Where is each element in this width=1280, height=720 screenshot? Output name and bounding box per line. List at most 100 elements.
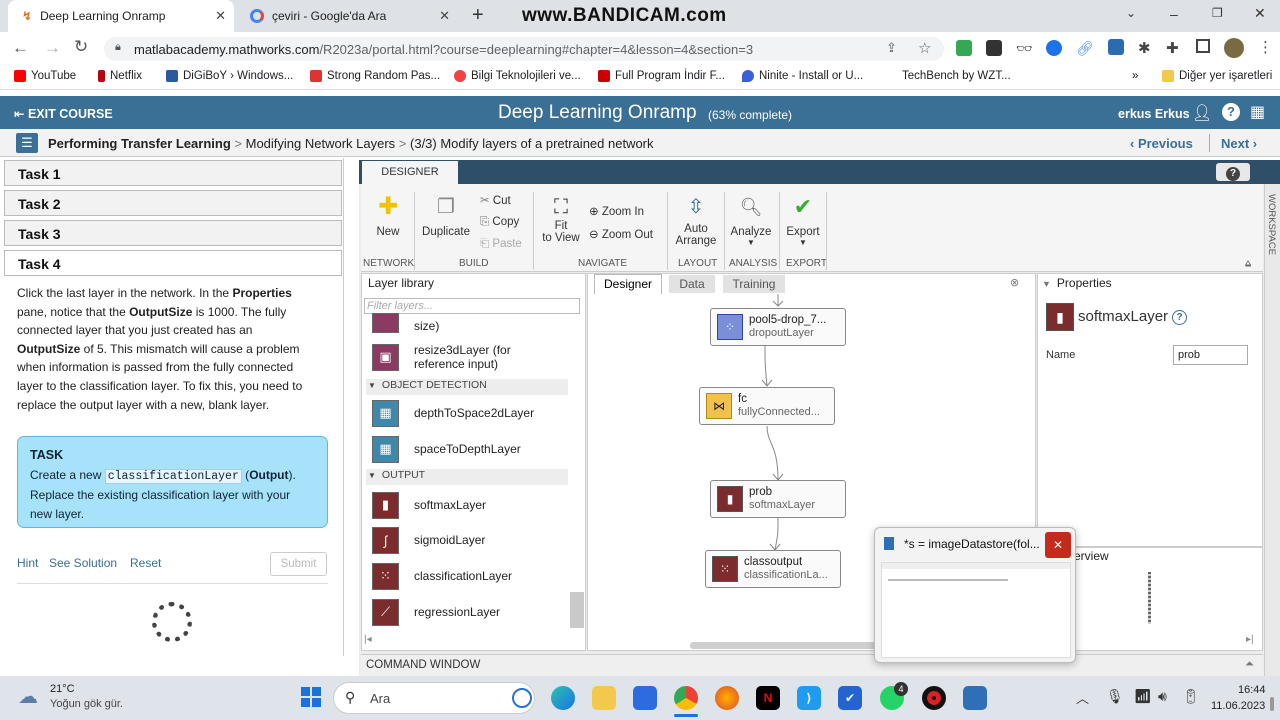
weather-temp[interactable]: 21°C [50, 683, 75, 695]
designer-help-button[interactable]: ? [1216, 163, 1250, 181]
copy-button[interactable]: ⎘ Copy [480, 216, 519, 229]
list-item-classification[interactable]: ⁙ classificationLayer [372, 561, 512, 591]
windows-start-icon[interactable] [301, 687, 321, 707]
workspace-sidebar[interactable]: WORKSPACE [1264, 184, 1280, 676]
zoom-in-button[interactable]: ⊕ Zoom In [589, 204, 644, 218]
minimize-icon[interactable]: – [1170, 6, 1178, 22]
close-window-icon[interactable]: ✕ [1254, 5, 1266, 22]
list-item-depthtospace[interactable]: ▦ depthToSpace2dLayer [372, 398, 534, 428]
menu-hamburger-icon[interactable]: ☰ [16, 133, 38, 153]
tab-ceviri-google[interactable]: çeviri - Google'da Ara ✕ [236, 0, 458, 32]
canvas-tab-training[interactable]: Training [723, 275, 785, 293]
node-dropout[interactable]: ⁘ pool5-drop_7... dropoutLayer [710, 308, 846, 346]
extension-icon[interactable] [986, 40, 1002, 56]
scroll-left-icon[interactable]: |◂ [364, 634, 372, 645]
shield-extension-icon[interactable] [956, 40, 972, 56]
user-icon[interactable]: 👤︎ [1192, 103, 1212, 123]
taskbar-search-input[interactable]: ⚲ Ara [333, 682, 535, 714]
side-panel-icon[interactable] [1196, 39, 1210, 53]
link-extension-icon[interactable]: 🔗︎ [1076, 40, 1094, 57]
help-icon[interactable]: ? [1172, 310, 1187, 325]
close-tab-icon[interactable]: ✕ [439, 8, 450, 24]
restore-icon[interactable]: ❐ [1212, 6, 1223, 20]
close-tab-icon[interactable]: ✕ [215, 8, 226, 24]
task-1[interactable]: Task 1 [4, 160, 342, 186]
share-icon[interactable]: ⇪ [886, 40, 897, 56]
zoom-out-button[interactable]: ⊖ Zoom Out [589, 227, 653, 241]
notification-bar[interactable] [1270, 697, 1274, 711]
extensions-icon[interactable]: ✚ [1166, 39, 1179, 57]
bookmark-ninite[interactable]: Ninite - Install or U... [742, 70, 863, 82]
list-item-resize3d[interactable]: ▣ resize3dLayer (for reference input) [372, 342, 511, 372]
name-field[interactable]: prob [1173, 345, 1248, 365]
back-icon[interactable]: ← [12, 38, 29, 58]
weather-icon[interactable]: ☁︎ [18, 684, 38, 709]
task-2[interactable]: Task 2 [4, 190, 342, 216]
previous-button[interactable]: ‹ Previous [1130, 136, 1193, 151]
fit-to-view-button[interactable]: ⛶ Fit to View [540, 194, 582, 244]
bookmark-digiboy[interactable]: DiGiBoY › Windows... [166, 70, 293, 82]
node-prob[interactable]: ▮ prob softmaxLayer [710, 480, 846, 518]
overview-minimap[interactable] [1148, 572, 1151, 624]
bookmark-netflix[interactable]: Netflix [98, 70, 142, 82]
breadcrumb-lesson[interactable]: Modifying Network Layers [246, 136, 396, 151]
submit-button[interactable]: Submit [270, 552, 327, 576]
reload-icon[interactable]: ↻ [74, 37, 88, 57]
wifi-icon[interactable]: 📶︎ [1134, 688, 1152, 705]
auto-arrange-button[interactable]: ⇳ Auto Arrange [674, 194, 718, 247]
command-window-bar[interactable]: COMMAND WINDOW ⏶ [361, 654, 1263, 676]
puzzle-extensions-icon[interactable]: ✱ [1138, 39, 1151, 57]
glasses-extension-icon[interactable]: 👓︎ [1016, 41, 1033, 57]
category-output[interactable]: ▼ OUTPUT [366, 469, 568, 485]
cut-button[interactable]: ✂ Cut [480, 193, 511, 207]
avatar[interactable] [1224, 38, 1244, 58]
grid-apps-icon[interactable]: ▦ [1250, 102, 1265, 122]
weather-desc[interactable]: Yoğun gök gür. [50, 698, 123, 710]
breadcrumb-chapter[interactable]: Performing Transfer Learning [48, 136, 231, 151]
node-fc[interactable]: ⋈ fc fullyConnected... [699, 387, 835, 425]
bookmark-other[interactable]: Diğer yer işaretleri [1162, 70, 1272, 82]
vscode-icon[interactable]: ⟩ [797, 686, 821, 710]
list-item-sigmoid[interactable]: ∫ sigmoidLayer [372, 525, 485, 555]
notepad-icon[interactable] [963, 686, 987, 710]
taskbar-preview-popup[interactable]: *s = imageDatastore(fol... ✕ [874, 527, 1076, 663]
bookmark-full-program[interactable]: Full Program İndir F... [598, 70, 725, 82]
volume-icon[interactable]: 🔊︎ [1158, 688, 1167, 705]
duplicate-button[interactable]: ❐ Duplicate [420, 194, 472, 238]
next-button[interactable]: Next › [1221, 136, 1257, 151]
forward-icon[interactable]: → [44, 38, 61, 58]
close-pane-icon[interactable]: ⊗ [1010, 276, 1019, 289]
collapse-toolstrip-icon[interactable]: ⩠ [1245, 258, 1251, 269]
address-bar[interactable]: 🔒︎ matlabacademy.mathworks.com/R2023a/po… [104, 37, 944, 61]
chevron-up-icon[interactable]: ︿ [1076, 688, 1089, 707]
canvas-tab-data[interactable]: Data [669, 275, 715, 293]
bookmark-bilgi[interactable]: Bilgi Teknolojileri ve... [454, 70, 581, 82]
bookmark-star-icon[interactable]: ☆ [918, 39, 931, 57]
word-extension-icon[interactable] [1108, 39, 1124, 55]
play-extension-icon[interactable] [1046, 40, 1062, 56]
netflix-icon[interactable]: N [756, 686, 780, 710]
new-tab-button[interactable]: + [472, 4, 484, 27]
see-solution-link[interactable]: See Solution [49, 556, 117, 570]
list-item-regression[interactable]: ⟋ regressionLayer [372, 597, 500, 627]
node-classoutput[interactable]: ⁙ classoutput classificationLa... [705, 550, 841, 588]
todo-icon[interactable]: ✔ [838, 686, 862, 710]
reset-link[interactable]: Reset [130, 556, 161, 570]
category-object-detection[interactable]: ▼ OBJECT DETECTION [366, 379, 568, 395]
list-item-softmax[interactable]: ▮ softmaxLayer [372, 490, 486, 520]
hint-link[interactable]: Hint [17, 556, 38, 570]
expand-icon[interactable]: ⏶ [1245, 658, 1254, 671]
user-name[interactable]: erkus Erkus [1118, 107, 1190, 121]
menu-kebab-icon[interactable]: ⋮ [1258, 38, 1273, 56]
list-item[interactable]: size) [372, 312, 439, 342]
popup-close-button[interactable]: ✕ [1045, 532, 1071, 558]
exit-course-button[interactable]: ⇤ EXIT COURSE [14, 106, 113, 121]
task-3[interactable]: Task 3 [4, 220, 342, 246]
file-explorer-icon[interactable] [592, 686, 616, 710]
tab-deep-learning-onramp[interactable]: ↯ Deep Learning Onramp ✕ [8, 0, 234, 32]
analyze-button[interactable]: 🔍︎ Analyze ▼ [728, 194, 774, 247]
properties-header[interactable]: ▼ Properties [1042, 276, 1112, 290]
tab-designer[interactable]: DESIGNER [362, 161, 458, 185]
bookmarks-overflow[interactable]: » [1132, 70, 1138, 82]
help-icon[interactable]: ? [1222, 103, 1240, 121]
